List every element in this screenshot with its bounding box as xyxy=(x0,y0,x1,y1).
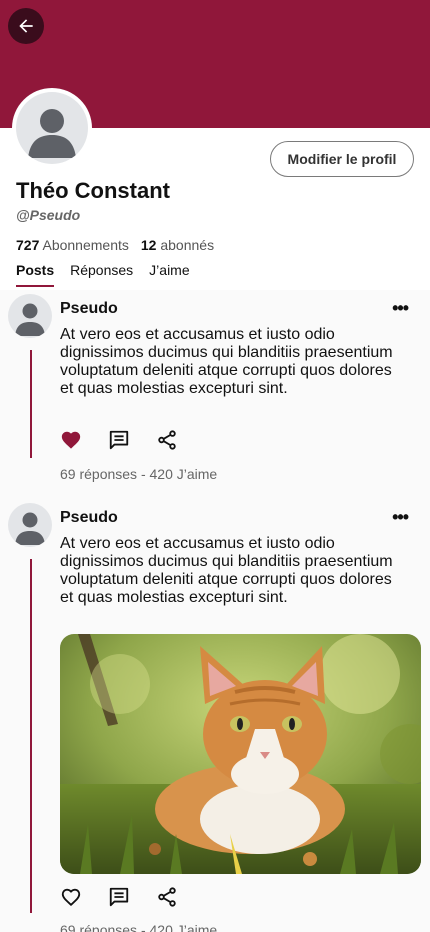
back-button[interactable] xyxy=(8,8,44,44)
post-text: At vero eos et accusamus et iusto odio d… xyxy=(60,535,393,606)
thread-line xyxy=(30,350,32,458)
user-placeholder-icon xyxy=(28,109,76,158)
share-button[interactable] xyxy=(156,429,178,451)
heart-outline-icon xyxy=(61,888,81,907)
share-icon xyxy=(158,887,176,907)
following-stat[interactable]: 727 Abonnements xyxy=(16,237,129,253)
following-count: 727 xyxy=(16,237,40,253)
post-text: At vero eos et accusamus et iusto odio d… xyxy=(60,326,393,397)
post-actions xyxy=(60,886,178,908)
user-placeholder-icon xyxy=(15,303,45,336)
post-author[interactable]: Pseudo xyxy=(60,300,118,318)
more-options-button[interactable]: ••• xyxy=(392,507,409,528)
post-avatar[interactable] xyxy=(8,503,52,547)
post-card: Pseudo ••• At vero eos et accusamus et i… xyxy=(0,294,430,494)
post-card: Pseudo ••• At vero eos et accusamus et i… xyxy=(0,503,430,932)
profile-name: Théo Constant xyxy=(16,178,170,203)
tab-posts[interactable]: Posts xyxy=(16,261,55,287)
profile-tabs: Posts Réponses J’aime xyxy=(16,261,190,289)
comment-icon xyxy=(109,430,129,450)
post-avatar[interactable] xyxy=(8,294,52,338)
followers-label: abonnés xyxy=(160,237,215,253)
like-button[interactable] xyxy=(60,429,82,451)
arrow-left-icon xyxy=(19,19,33,33)
post-actions xyxy=(60,429,178,451)
more-options-button[interactable]: ••• xyxy=(392,298,409,319)
edit-profile-button[interactable]: Modifier le profil xyxy=(270,141,414,177)
share-button[interactable] xyxy=(156,886,178,908)
comment-icon xyxy=(109,887,129,907)
share-icon xyxy=(158,430,176,450)
post-image-cat[interactable] xyxy=(60,634,421,874)
followers-stat[interactable]: 12 abonnés xyxy=(141,237,214,253)
thread-line xyxy=(30,559,32,913)
profile-handle: @Pseudo xyxy=(16,207,81,223)
post-author[interactable]: Pseudo xyxy=(60,509,118,527)
profile-avatar[interactable] xyxy=(12,88,92,168)
followers-count: 12 xyxy=(140,237,157,253)
comment-button[interactable] xyxy=(108,429,130,451)
like-button[interactable] xyxy=(60,886,82,908)
comment-button[interactable] xyxy=(108,886,130,908)
tab-replies[interactable]: Réponses xyxy=(70,261,133,287)
tab-likes[interactable]: J’aime xyxy=(149,261,189,287)
heart-filled-icon xyxy=(61,431,81,449)
post-meta: 69 réponses - 420 J’aime xyxy=(60,922,218,932)
post-meta: 69 réponses - 420 J’aime xyxy=(60,466,218,482)
user-placeholder-icon xyxy=(15,512,45,545)
following-label: Abonnements xyxy=(42,237,129,253)
profile-stats: 727 Abonnements 12 abonnés xyxy=(16,237,214,253)
